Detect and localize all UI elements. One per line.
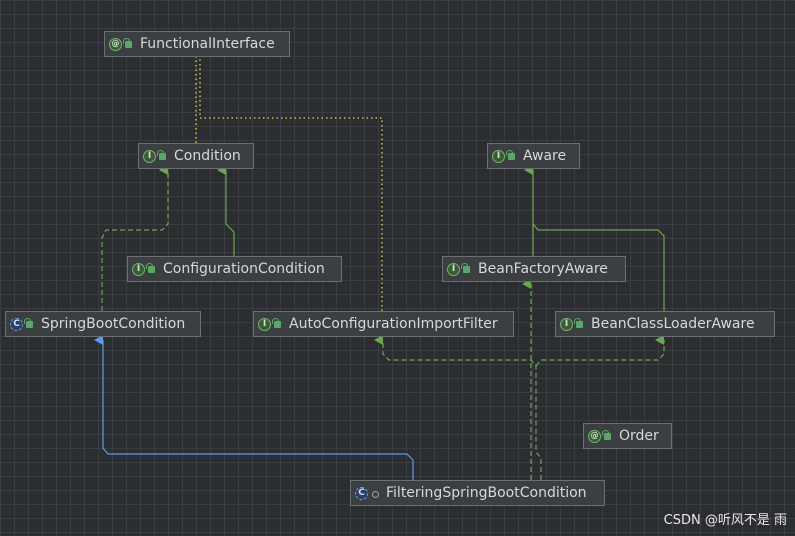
- edges-layer: [94, 56, 665, 480]
- public-visibility-icon: [24, 317, 34, 329]
- public-visibility-icon: [574, 317, 584, 329]
- node-functional-interface[interactable]: @ FunctionalInterface: [104, 31, 290, 57]
- node-label: Condition: [174, 148, 241, 164]
- annotation-icon: @: [109, 37, 122, 51]
- node-bean-class-loader-aware[interactable]: I BeanClassLoaderAware: [555, 311, 775, 337]
- node-label: ConfigurationCondition: [163, 261, 325, 277]
- interface-icon: I: [143, 149, 156, 163]
- node-configuration-condition[interactable]: I ConfigurationCondition: [127, 256, 342, 282]
- node-label: Order: [619, 428, 659, 444]
- edge-spring-boot-condition-condition: [101, 165, 169, 311]
- public-visibility-icon: [461, 262, 471, 274]
- node-aware[interactable]: I Aware: [487, 143, 580, 169]
- public-visibility-icon: [602, 429, 612, 441]
- node-label: FilteringSpringBootCondition: [386, 485, 587, 501]
- public-visibility-icon: [506, 149, 516, 161]
- node-label: SpringBootCondition: [41, 316, 186, 332]
- node-label: BeanClassLoaderAware: [591, 316, 755, 332]
- abstract-class-icon: C: [10, 317, 23, 331]
- public-visibility-icon: [146, 262, 156, 274]
- interface-icon: I: [492, 149, 505, 163]
- public-visibility-icon: [157, 149, 167, 161]
- edge-filtering-spring-boot-condition: [94, 335, 414, 480]
- node-spring-boot-condition[interactable]: C SpringBootCondition: [5, 311, 201, 337]
- node-label: AutoConfigurationImportFilter: [289, 316, 498, 332]
- edge-configuration-condition-condition: [217, 165, 235, 256]
- node-label: BeanFactoryAware: [478, 261, 608, 277]
- node-condition[interactable]: I Condition: [138, 143, 254, 169]
- node-filtering-spring-boot-condition[interactable]: C FilteringSpringBootCondition: [350, 480, 605, 506]
- annotation-icon: @: [588, 429, 601, 443]
- package-visibility-icon: [370, 489, 379, 498]
- public-visibility-icon: [123, 37, 133, 49]
- edge-filtering-autoconfig: [374, 335, 542, 480]
- node-label: FunctionalInterface: [140, 36, 275, 52]
- edge-filtering-bean-class-loader-aware: [535, 335, 665, 367]
- node-order[interactable]: @ Order: [583, 423, 672, 449]
- node-auto-configuration-import-filter[interactable]: I AutoConfigurationImportFilter: [253, 311, 514, 337]
- interface-icon: I: [560, 317, 573, 331]
- watermark: CSDN @听风不是 雨: [663, 513, 787, 528]
- node-label: Aware: [523, 148, 567, 164]
- public-visibility-icon: [272, 317, 282, 329]
- interface-icon: I: [132, 262, 145, 276]
- abstract-class-icon: C: [355, 486, 368, 500]
- node-bean-factory-aware[interactable]: I BeanFactoryAware: [442, 256, 626, 282]
- interface-icon: I: [258, 317, 271, 331]
- interface-icon: I: [447, 262, 460, 276]
